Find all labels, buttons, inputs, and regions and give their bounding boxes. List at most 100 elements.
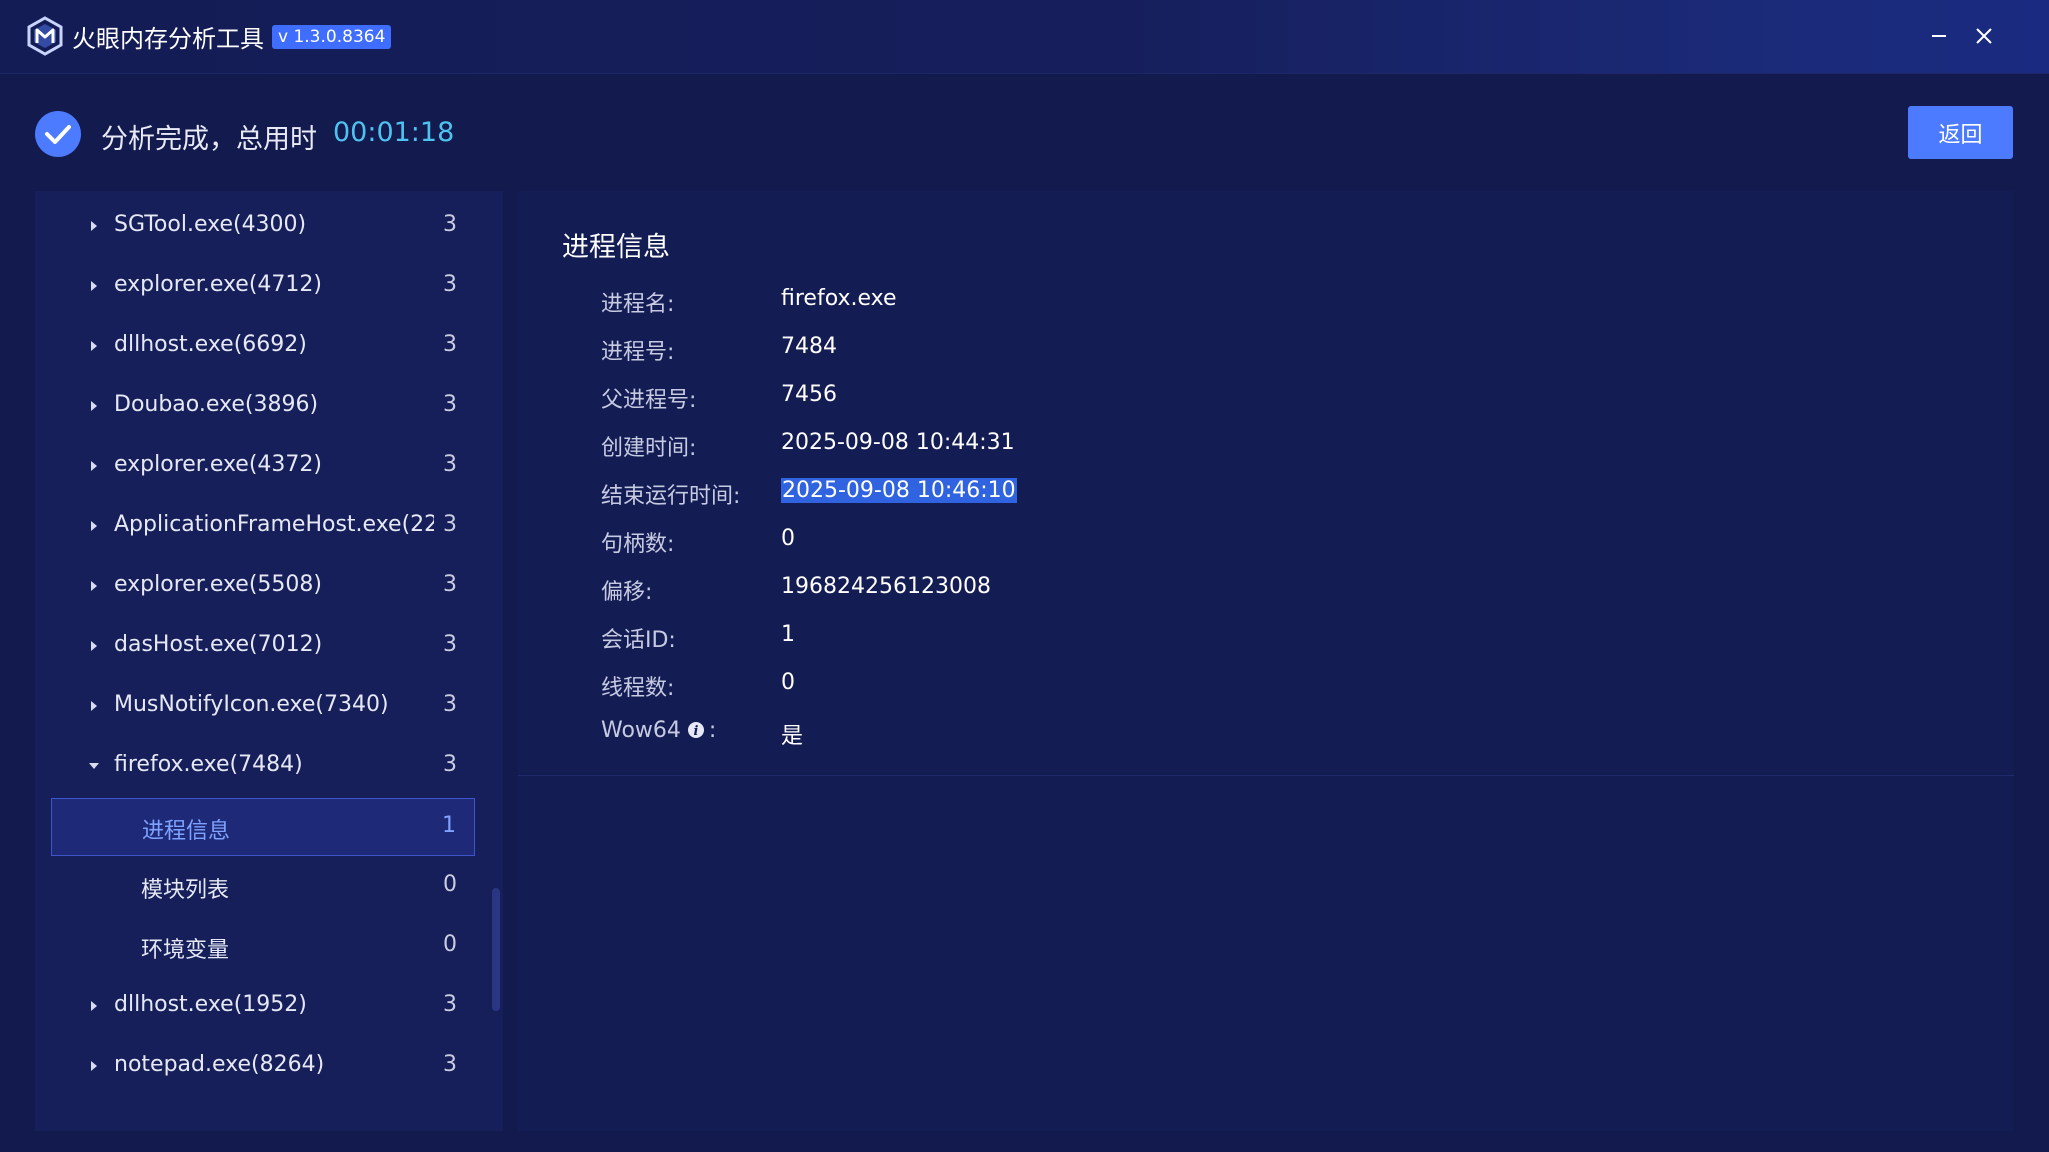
tree-item-count: 0 [443, 932, 457, 957]
tree-process-item[interactable]: ApplicationFrameHost.exe(22... 3 [51, 498, 475, 556]
info-value: 2025-09-08 10:44:31 [781, 430, 1015, 455]
tree-process-item[interactable]: explorer.exe(5508) 3 [51, 558, 475, 616]
info-value: firefox.exe [781, 286, 897, 311]
info-key: 进程名: [601, 286, 674, 318]
info-value: 7456 [781, 382, 837, 407]
tree-scrollbar[interactable] [492, 888, 500, 1011]
tree-item-count: 3 [443, 332, 457, 357]
process-tree: SGTool.exe(4300) 3 explorer.exe(4712) 3 dllh… [35, 191, 503, 1131]
minimize-icon[interactable] [1920, 17, 1958, 55]
back-button[interactable]: 返回 [1908, 106, 2013, 159]
info-key-suffix: : [708, 718, 717, 743]
tree-process-item[interactable]: dllhost.exe(6692) 3 [51, 318, 475, 376]
info-value: 196824256123008 [781, 574, 991, 599]
tree-item-label: explorer.exe(5508) [114, 572, 323, 597]
caret-right-icon[interactable] [89, 699, 99, 713]
info-key: 父进程号: [601, 382, 696, 414]
info-row: Wow64 i: 是 [601, 718, 1901, 758]
tree-process-item[interactable]: explorer.exe(4712) 3 [51, 258, 475, 316]
caret-right-icon[interactable] [89, 519, 99, 533]
process-info-panel: 进程信息 进程名: firefox.exe 进程号: 7484 父进程号: 7456 创建时… [518, 191, 2014, 1131]
info-value: 0 [781, 670, 795, 695]
tree-item-count: 3 [443, 752, 457, 777]
info-key: 创建时间: [601, 430, 696, 462]
divider [518, 775, 2014, 776]
info-key: 偏移: [601, 574, 652, 606]
tree-process-item[interactable]: notepad.exe(8264) 3 [51, 1038, 475, 1096]
tree-item-label: explorer.exe(4372) [114, 452, 323, 477]
tree-process-item[interactable]: dllhost.exe(1952) 3 [51, 978, 475, 1036]
tree-item-label: 进程信息 [142, 819, 231, 844]
info-key-text: 创建时间: [601, 436, 697, 461]
caret-right-icon[interactable] [89, 399, 99, 413]
caret-down-icon[interactable] [89, 759, 99, 773]
close-icon[interactable] [1965, 17, 2003, 55]
info-key-text: 句柄数: [601, 532, 675, 557]
tree-process-item[interactable]: dasHost.exe(7012) 3 [51, 618, 475, 676]
version-badge: v 1.3.0.8364 [272, 25, 392, 49]
analysis-status-row: 分析完成，总用时 00:01:18 返回 [0, 100, 2049, 170]
info-key-text: Wow64 [601, 718, 681, 743]
caret-right-icon[interactable] [89, 639, 99, 653]
tree-item-count: 3 [443, 452, 457, 477]
tree-process-item[interactable]: MusNotifyIcon.exe(7340) 3 [51, 678, 475, 736]
info-key: 线程数: [601, 670, 674, 702]
svg-text:i: i [693, 724, 698, 739]
info-key: Wow64 i: [601, 718, 716, 743]
tree-child-item[interactable]: 环境变量 0 [51, 918, 475, 976]
caret-right-icon[interactable] [89, 1059, 99, 1073]
info-key-text: 线程数: [601, 676, 675, 701]
info-value: 7484 [781, 334, 837, 359]
info-value: 1 [781, 622, 795, 647]
caret-right-icon[interactable] [89, 339, 99, 353]
tree-item-count: 3 [443, 1052, 457, 1077]
tree-item-label: SGTool.exe(4300) [114, 212, 307, 237]
tree-process-item[interactable]: firefox.exe(7484) 3 [51, 738, 475, 796]
info-row: 进程名: firefox.exe [601, 286, 1901, 326]
tree-process-item[interactable]: Doubao.exe(3896) 3 [51, 378, 475, 436]
caret-right-icon[interactable] [89, 219, 99, 233]
info-key-text: 结束运行时间: [601, 484, 741, 509]
tree-item-count: 3 [443, 572, 457, 597]
info-row: 句柄数: 0 [601, 526, 1901, 566]
status-message: 分析完成，总用时 [101, 124, 317, 155]
info-row: 结束运行时间: 2025-09-08 10:46:10 [601, 478, 1901, 518]
tree-process-item[interactable]: SGTool.exe(4300) 3 [51, 198, 475, 256]
info-icon[interactable]: i [687, 721, 705, 739]
tree-item-count: 3 [443, 272, 457, 297]
tree-item-label: explorer.exe(4712) [114, 272, 323, 297]
tree-item-count: 3 [443, 632, 457, 657]
tree-item-count: 3 [443, 992, 457, 1017]
tree-item-label: 环境变量 [141, 938, 230, 963]
tree-child-item[interactable]: 模块列表 0 [51, 858, 475, 916]
tree-item-label: notepad.exe(8264) [114, 1052, 325, 1077]
tree-item-label: ApplicationFrameHost.exe(22... [114, 512, 434, 537]
tree-item-count: 1 [442, 813, 456, 838]
info-key-text: 会话ID: [601, 628, 676, 653]
tree-item-label: dllhost.exe(6692) [114, 332, 307, 357]
app-title: 火眼内存分析工具 [72, 25, 264, 53]
info-value: 2025-09-08 10:46:10 [781, 478, 1017, 503]
info-row: 线程数: 0 [601, 670, 1901, 710]
info-row: 会话ID: 1 [601, 622, 1901, 662]
tree-item-label: MusNotifyIcon.exe(7340) [114, 692, 389, 717]
tree-item-label: dasHost.exe(7012) [114, 632, 323, 657]
tree-child-item[interactable]: 进程信息 1 [51, 798, 475, 856]
caret-right-icon[interactable] [89, 999, 99, 1013]
app-logo-icon [27, 16, 63, 56]
info-key: 句柄数: [601, 526, 674, 558]
info-row: 父进程号: 7456 [601, 382, 1901, 422]
section-title: 进程信息 [562, 232, 670, 263]
tree-item-label: Doubao.exe(3896) [114, 392, 319, 417]
info-key-text: 偏移: [601, 580, 653, 605]
caret-right-icon[interactable] [89, 279, 99, 293]
tree-item-count: 3 [443, 692, 457, 717]
info-row: 偏移: 196824256123008 [601, 574, 1901, 614]
tree-item-count: 0 [443, 872, 457, 897]
caret-right-icon[interactable] [89, 579, 99, 593]
info-key: 会话ID: [601, 622, 676, 654]
tree-item-count: 3 [443, 392, 457, 417]
caret-right-icon[interactable] [89, 459, 99, 473]
info-value: 0 [781, 526, 795, 551]
tree-process-item[interactable]: explorer.exe(4372) 3 [51, 438, 475, 496]
